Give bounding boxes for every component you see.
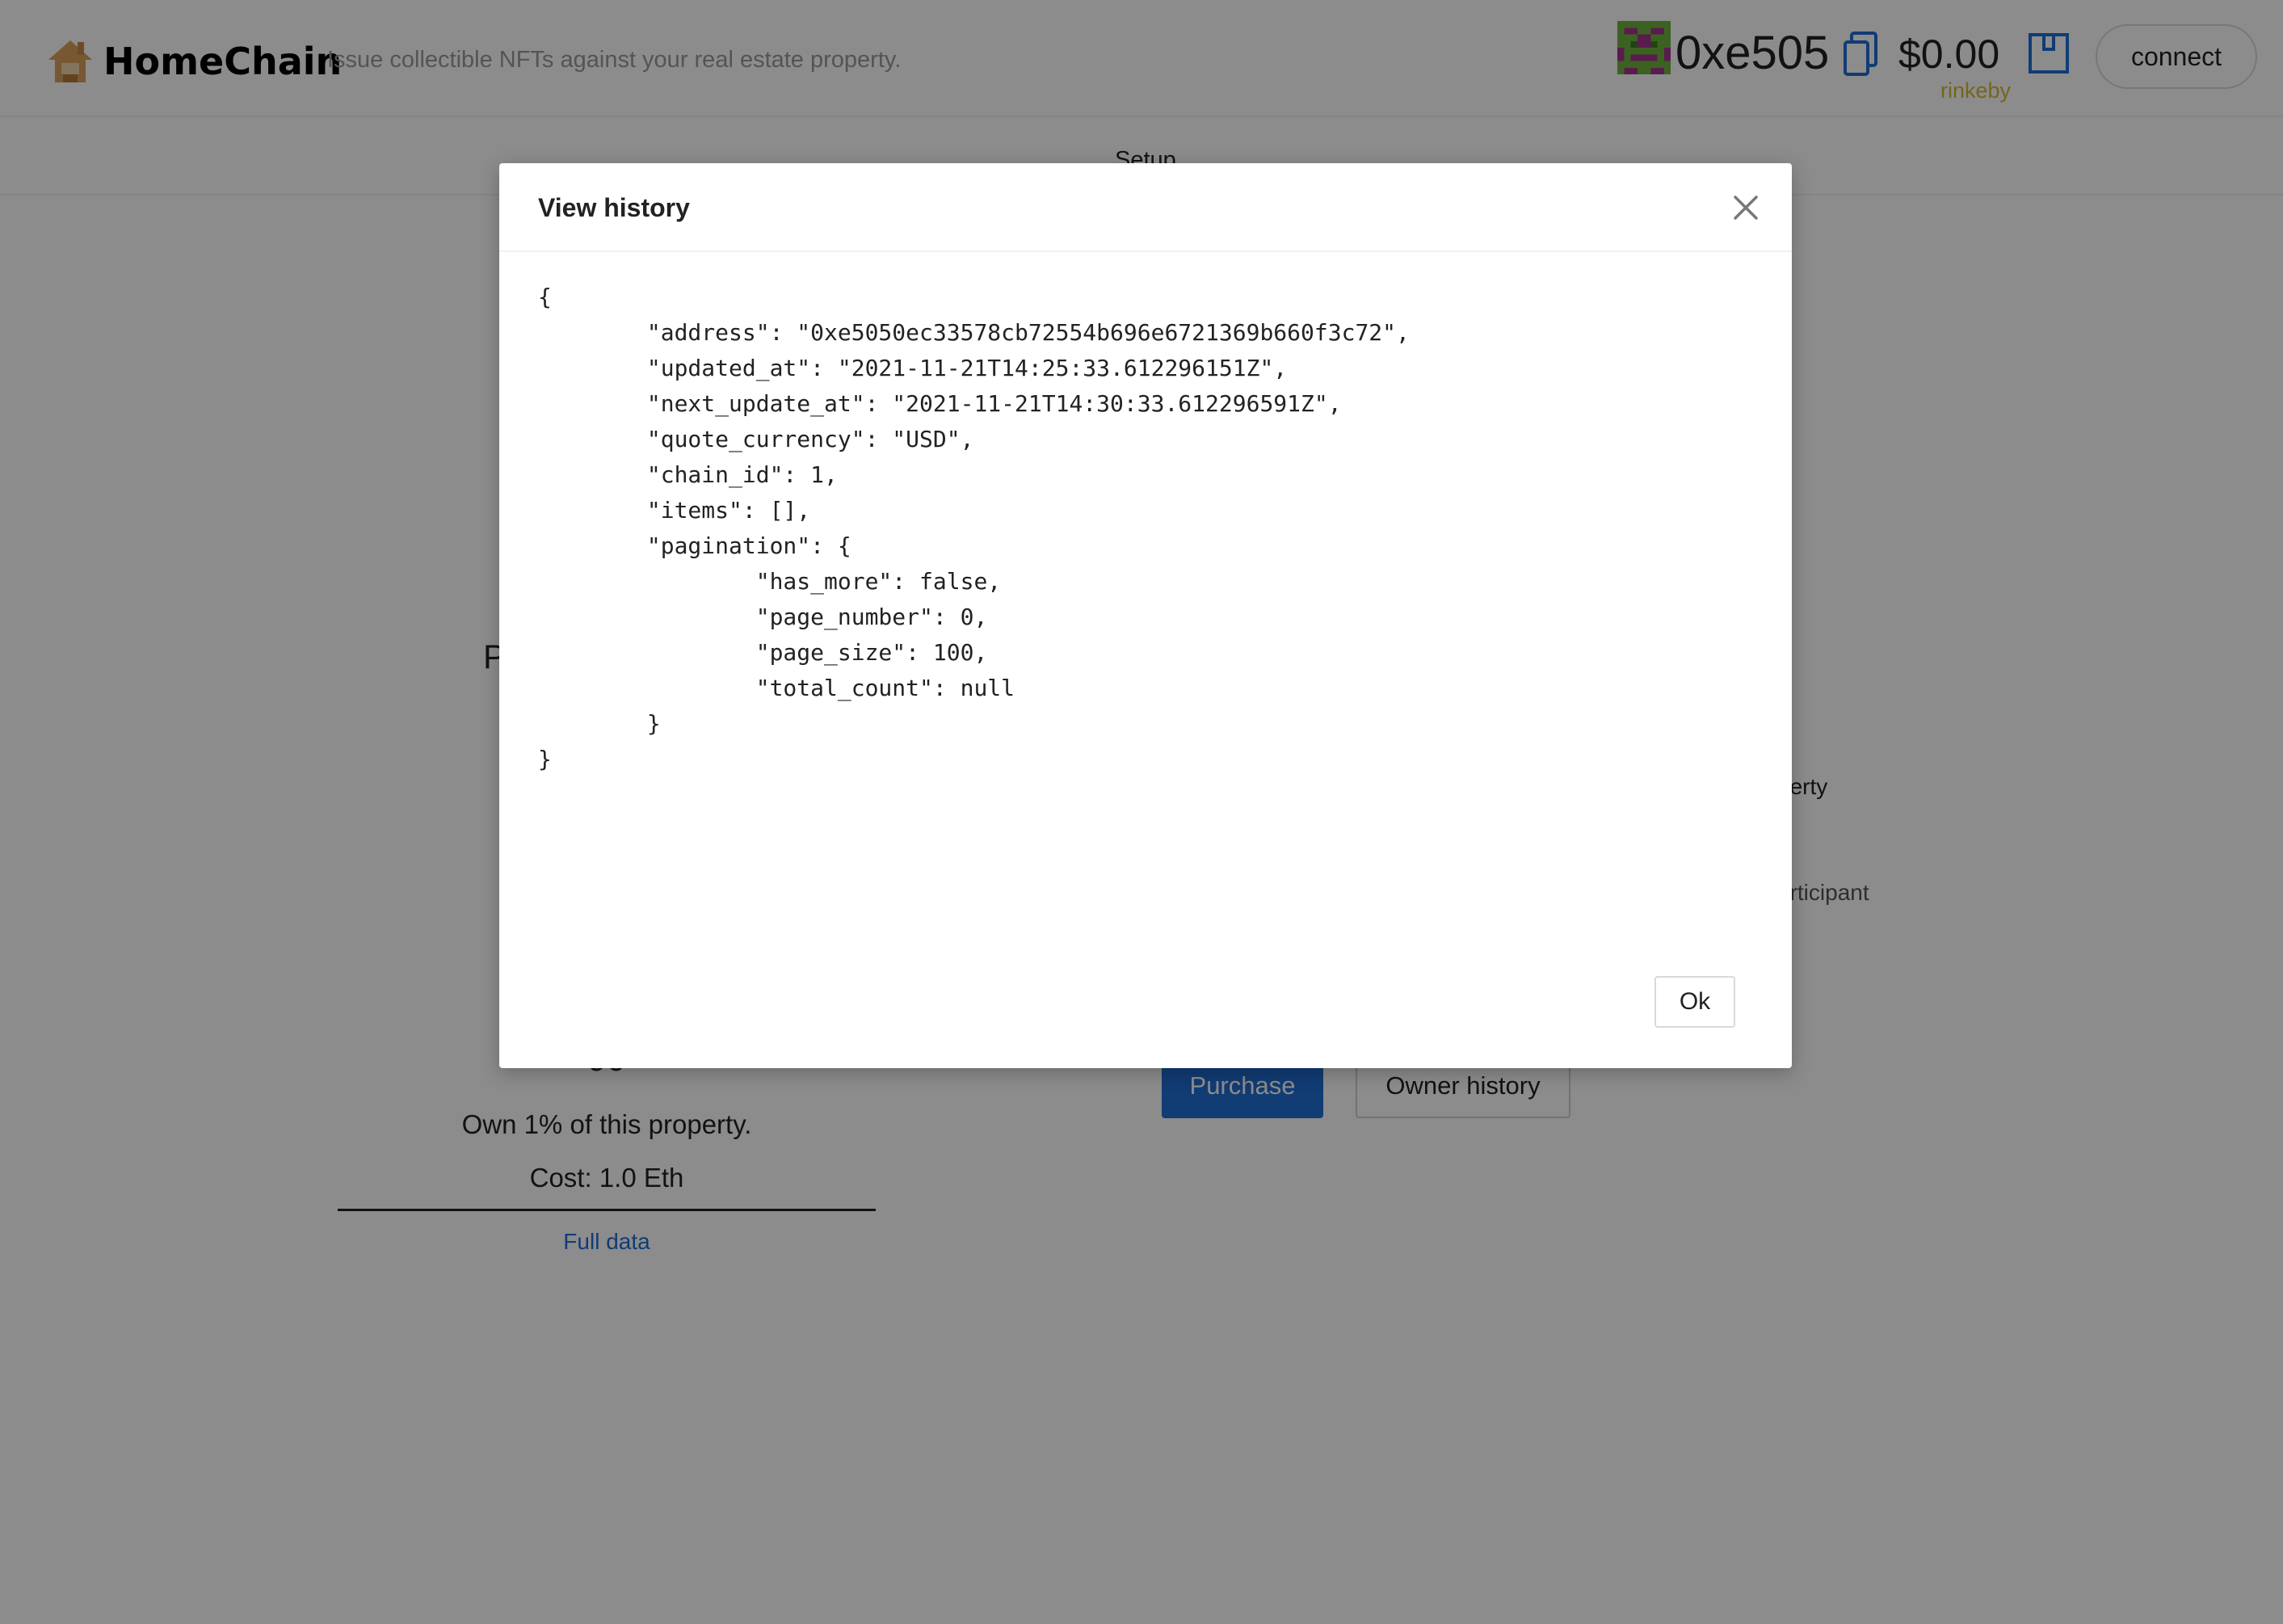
modal-title: View history	[538, 193, 690, 222]
modal-header: View history	[499, 163, 1792, 252]
history-json: { "address": "0xe5050ec33578cb72554b696e…	[538, 284, 1410, 772]
close-icon[interactable]	[1727, 189, 1764, 226]
modal-body: { "address": "0xe5050ec33578cb72554b696e…	[538, 280, 1750, 777]
view-history-modal: View history { "address": "0xe5050ec3357…	[499, 163, 1792, 1068]
ok-button[interactable]: Ok	[1654, 976, 1735, 1028]
